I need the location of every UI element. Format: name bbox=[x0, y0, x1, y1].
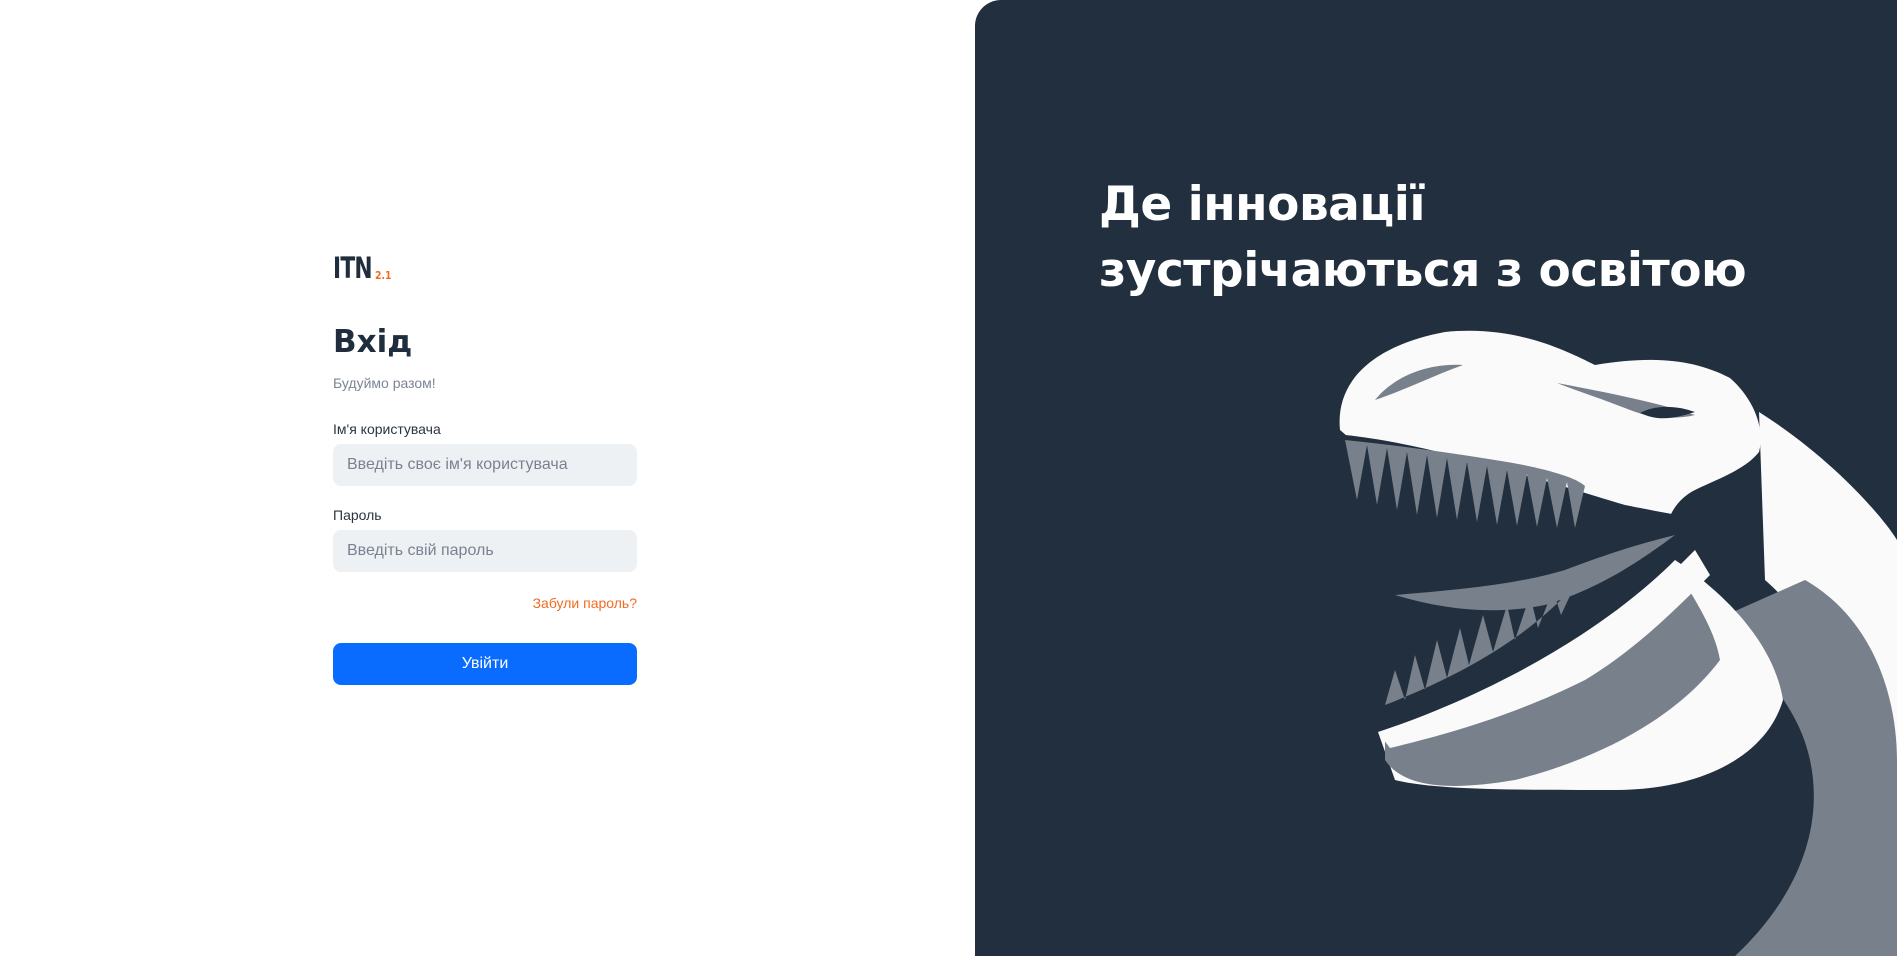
dinosaur-head-icon bbox=[1339, 330, 1897, 956]
logo-version: 2.1 bbox=[375, 269, 392, 282]
username-input[interactable] bbox=[333, 444, 637, 486]
page-subtitle: Будуймо разом! bbox=[333, 375, 436, 391]
forgot-row: Забули пароль? bbox=[333, 594, 637, 613]
logo-text: ITN bbox=[333, 251, 373, 285]
itn-logo: ITN 2.1 bbox=[333, 251, 637, 285]
forgot-password-link[interactable]: Забули пароль? bbox=[533, 595, 637, 611]
password-label: Пароль bbox=[333, 507, 382, 523]
hero-panel: Де інновації зустрічаються з освітою bbox=[975, 0, 1897, 956]
login-form: ITN 2.1 Вхід Будуймо разом! Ім'я користу… bbox=[333, 254, 637, 685]
login-button[interactable]: Увійти bbox=[333, 643, 637, 685]
login-page: ITN 2.1 Вхід Будуймо разом! Ім'я користу… bbox=[0, 0, 1897, 956]
username-label: Ім'я користувача bbox=[333, 421, 441, 437]
page-title: Вхід bbox=[333, 324, 413, 360]
password-input[interactable] bbox=[333, 530, 637, 572]
